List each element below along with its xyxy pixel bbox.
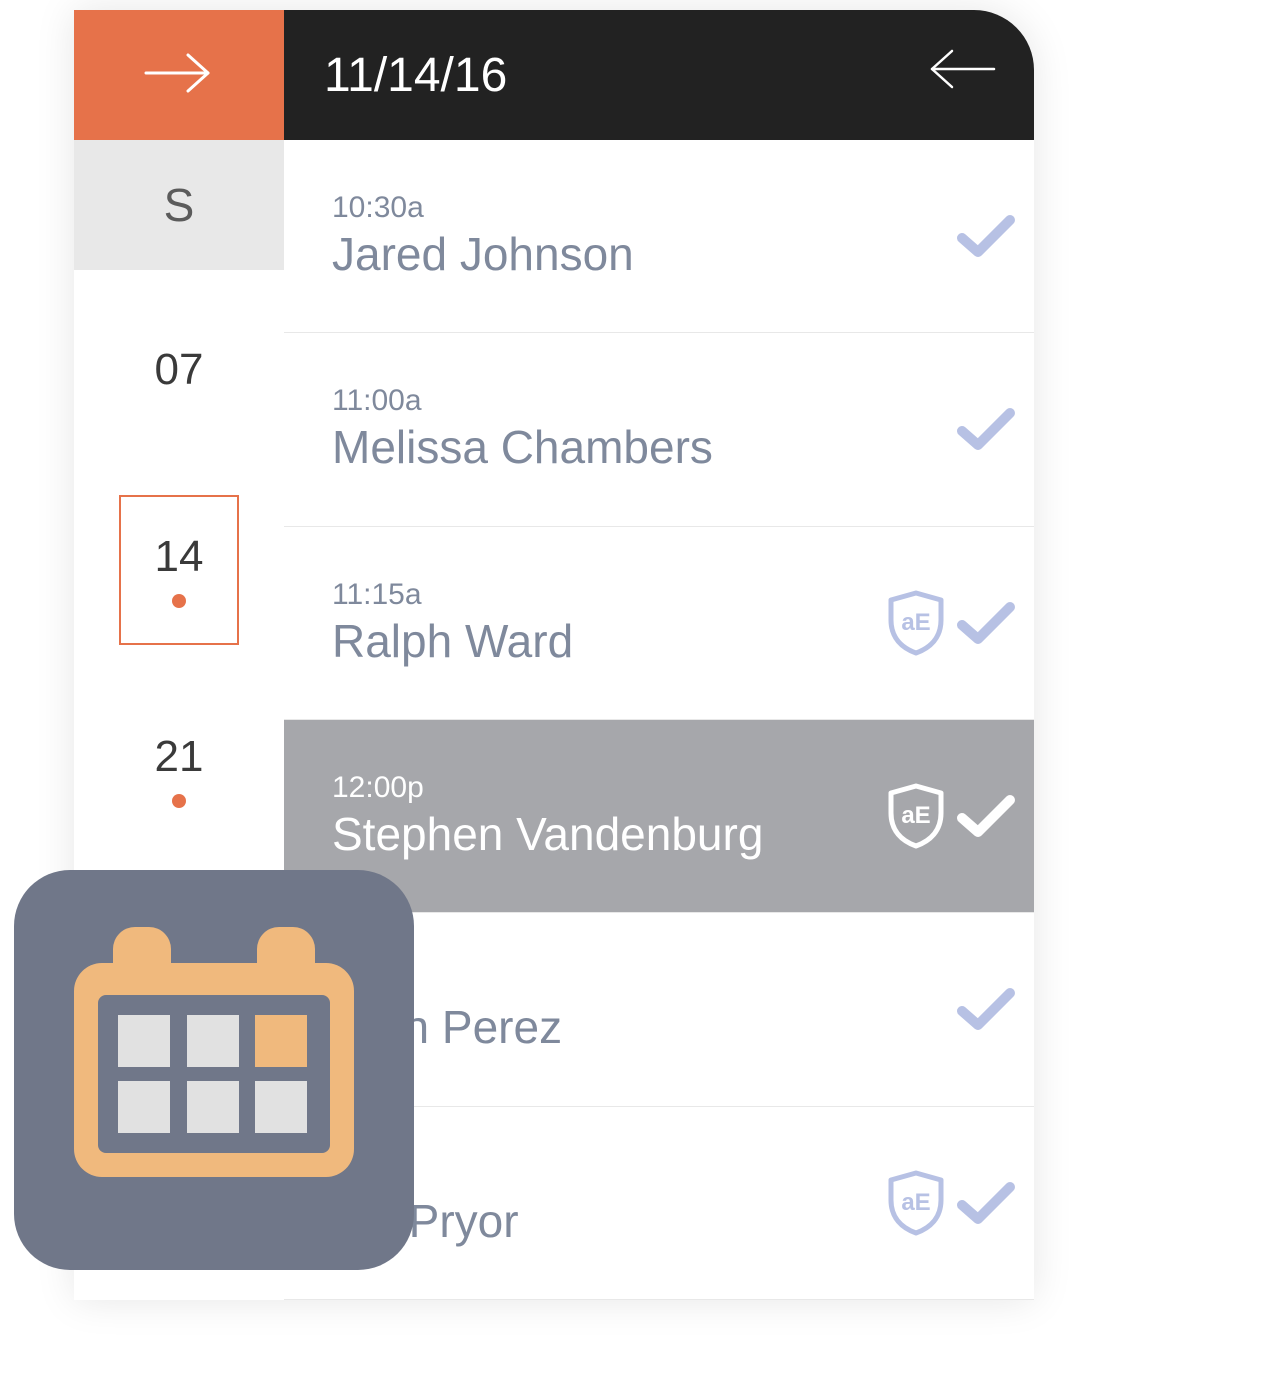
arrow-left-icon [922, 52, 1000, 105]
appointment-time: 5p [332, 964, 956, 998]
appointment-row[interactable]: 10:30a Jared Johnson [284, 140, 1034, 333]
day-number: 07 [155, 345, 204, 395]
day-slot[interactable]: 14 [74, 470, 284, 670]
calendar-app-tile[interactable] [14, 870, 414, 1270]
appointment-row[interactable]: 12:00p Stephen Vandenburg aE [284, 720, 1034, 913]
appointment-time: 11:00a [332, 384, 956, 418]
appointment-time: 11:15a [332, 578, 886, 612]
check-icon [956, 405, 1016, 453]
check-icon [956, 212, 1016, 260]
svg-text:aE: aE [901, 609, 930, 636]
appointment-name: Stephen Vandenburg [332, 807, 886, 861]
day-slot[interactable]: 07 [74, 270, 284, 470]
event-dot-icon [172, 794, 186, 808]
appointment-name: rek Pryor [332, 1194, 886, 1248]
check-icon [956, 792, 1016, 840]
appointment-time: 12:00p [332, 771, 886, 805]
svg-text:aE: aE [901, 802, 930, 829]
check-icon [956, 599, 1016, 647]
app-header: 11/14/16 [74, 10, 1034, 140]
day-number: 21 [155, 732, 204, 782]
appointment-row[interactable]: 11:15a Ralph Ward aE [284, 527, 1034, 720]
header-date-label: 11/14/16 [324, 48, 507, 103]
day-slot[interactable]: 21 [74, 670, 284, 870]
check-icon [956, 985, 1016, 1033]
appointment-name: Ralph Ward [332, 614, 886, 668]
back-button[interactable] [922, 44, 1000, 106]
appointment-time: 5p [332, 1158, 886, 1192]
event-dot-icon [172, 594, 186, 608]
appointment-time: 10:30a [332, 191, 956, 225]
next-day-button[interactable] [74, 10, 284, 140]
calendar-icon [74, 963, 354, 1177]
header-title-bar: 11/14/16 [284, 10, 1034, 140]
arrow-right-icon [140, 48, 218, 103]
shield-icon: aE [886, 590, 946, 656]
appointment-name: Jared Johnson [332, 227, 956, 281]
shield-icon: aE [886, 1170, 946, 1236]
shield-icon: aE [886, 783, 946, 849]
weekday-letter: S [74, 140, 284, 270]
day-number: 14 [155, 532, 204, 582]
check-icon [956, 1179, 1016, 1227]
appointment-name: Melissa Chambers [332, 420, 956, 474]
svg-text:aE: aE [901, 1189, 930, 1216]
appointment-name: smin Perez [332, 1000, 956, 1054]
appointment-row[interactable]: 11:00a Melissa Chambers [284, 333, 1034, 526]
